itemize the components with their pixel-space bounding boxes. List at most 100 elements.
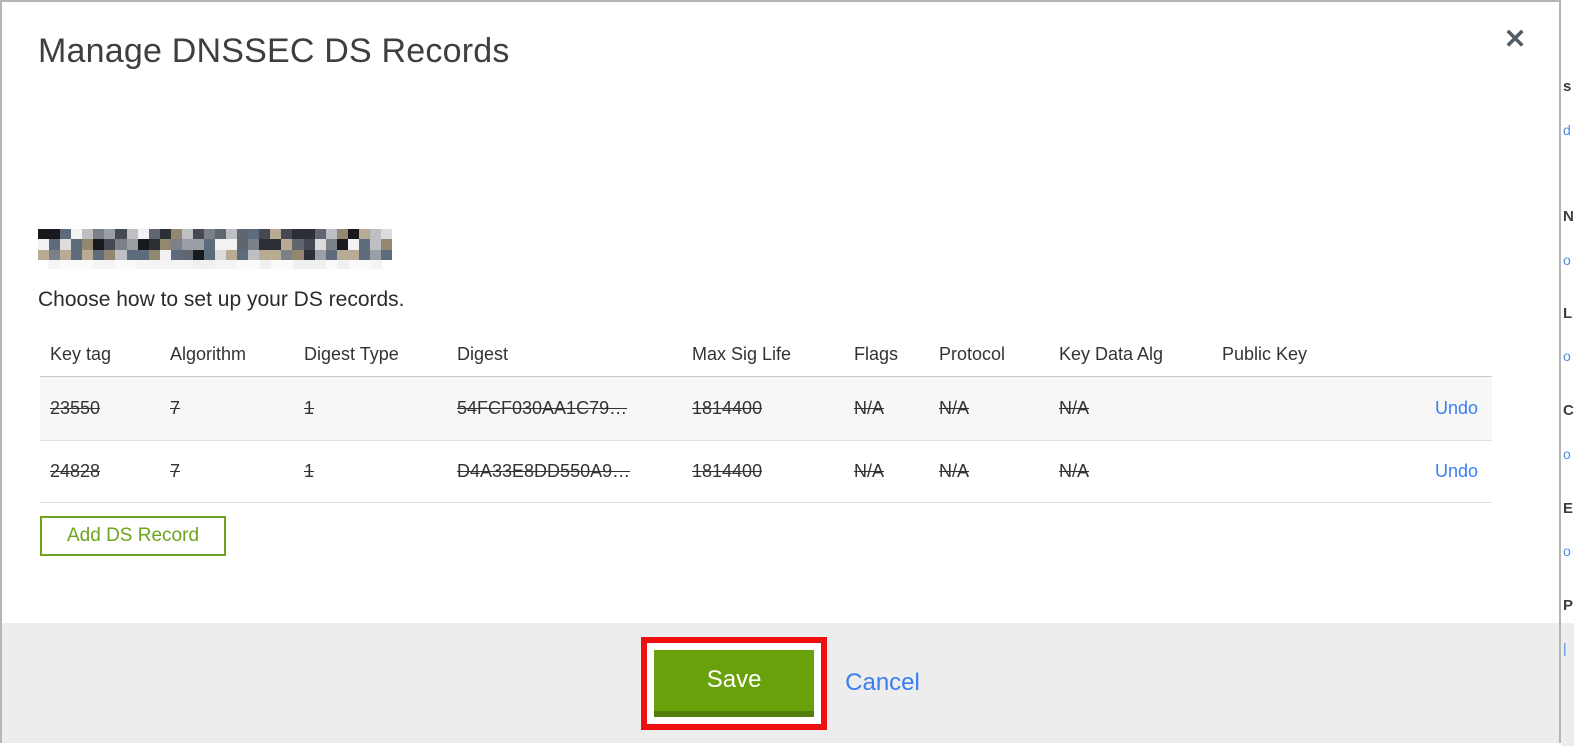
- table-cell: D4A33E8DD550A9…: [457, 461, 631, 481]
- redaction-pixel: [337, 260, 349, 269]
- table-cell: 1: [304, 398, 315, 418]
- redaction-pixel: [281, 229, 293, 240]
- redaction-pixel: [315, 260, 327, 269]
- table-cell: 24828: [50, 461, 101, 481]
- cancel-link[interactable]: Cancel: [845, 669, 920, 697]
- redaction-pixel: [181, 260, 193, 269]
- redaction-pixel: [237, 249, 249, 260]
- redaction-pixel: [226, 260, 238, 269]
- redaction-pixel: [192, 239, 204, 250]
- redaction-pixel: [170, 239, 182, 250]
- redaction-pixel: [181, 239, 193, 250]
- redaction-pixel: [49, 239, 61, 250]
- redaction-pixel: [159, 260, 171, 269]
- redaction-pixel: [60, 249, 72, 260]
- redaction-pixel: [226, 239, 238, 250]
- dialog-footer: Save Cancel: [2, 623, 1559, 743]
- redaction-pixel: [38, 229, 50, 240]
- redaction-pixel: [126, 239, 138, 250]
- redaction-pixel: [336, 229, 348, 240]
- redaction-pixel: [170, 249, 182, 260]
- table-cell: 1814400: [692, 398, 763, 418]
- undo-link[interactable]: Undo: [1435, 398, 1478, 418]
- add-ds-record-button[interactable]: Add DS Record: [40, 516, 227, 556]
- instruction-text: Choose how to set up your DS records.: [38, 288, 405, 311]
- column-header: Public Key: [1222, 343, 1308, 364]
- redacted-domain-shadow: [48, 260, 382, 269]
- redaction-pixel: [170, 260, 182, 269]
- column-header: Flags: [854, 343, 899, 364]
- redaction-pixel: [93, 249, 105, 260]
- redaction-pixel: [137, 260, 149, 269]
- redaction-pixel: [358, 229, 370, 240]
- redaction-pixel: [170, 229, 182, 240]
- redaction-pixel: [281, 239, 293, 250]
- redaction-pixel: [215, 239, 227, 250]
- redaction-pixel: [93, 239, 105, 250]
- redaction-pixel: [71, 229, 83, 240]
- table-header-row: Key tag Algorithm Digest Type Digest Max Sig…: [40, 332, 1492, 377]
- redaction-pixel: [137, 229, 149, 240]
- redacted-domain-name: [38, 229, 392, 260]
- redaction-pixel: [325, 249, 337, 260]
- redaction-pixel: [214, 260, 227, 269]
- redaction-pixel: [226, 229, 238, 240]
- redaction-pixel: [303, 249, 315, 260]
- save-button[interactable]: Save: [654, 649, 815, 717]
- redaction-pixel: [358, 239, 370, 250]
- redaction-pixel: [270, 249, 282, 260]
- table-cell: 7: [170, 461, 181, 481]
- redaction-pixel: [60, 239, 72, 250]
- redaction-pixel: [38, 239, 50, 250]
- redaction-pixel: [203, 239, 215, 250]
- table-row: 23550 7 1 54FCF030AA1C79… 1814400 N/A N/A N/A Un…: [40, 377, 1492, 440]
- redaction-pixel: [159, 229, 171, 240]
- background-text-fragment: s: [1563, 78, 1572, 95]
- redaction-pixel: [115, 229, 127, 240]
- background-text-fragment: C: [1563, 402, 1574, 419]
- table-cell: N/A: [1059, 398, 1090, 418]
- dialog-title: Manage DNSSEC DS Records: [38, 32, 510, 70]
- table-cell: N/A: [939, 398, 970, 418]
- redaction-pixel: [38, 249, 50, 260]
- redaction-pixel: [60, 229, 72, 240]
- redaction-pixel: [270, 229, 282, 240]
- background-text-fragment: L: [1563, 305, 1573, 322]
- redaction-pixel: [159, 239, 171, 250]
- column-header: Digest Type: [304, 343, 399, 364]
- redaction-pixel: [203, 260, 215, 269]
- table-cell: N/A: [854, 461, 885, 481]
- redaction-pixel: [248, 249, 260, 260]
- background-text-fragment: E: [1563, 500, 1574, 517]
- undo-link[interactable]: Undo: [1435, 461, 1478, 481]
- redaction-pixel: [49, 249, 61, 260]
- redaction-pixel: [93, 229, 105, 240]
- redaction-pixel: [82, 239, 94, 250]
- redaction-pixel: [358, 249, 370, 260]
- column-header: Digest: [457, 343, 509, 364]
- close-icon[interactable]: ✕: [1498, 22, 1532, 56]
- background-text-fragment: P: [1563, 597, 1574, 614]
- redaction-pixel: [137, 249, 149, 260]
- background-text-fragment: N: [1563, 208, 1574, 225]
- redaction-pixel: [82, 229, 94, 240]
- redaction-pixel: [314, 249, 326, 260]
- ds-records-table: Key tag Algorithm Digest Type Digest Max Sig…: [40, 332, 1492, 503]
- redaction-pixel: [348, 260, 360, 269]
- redaction-pixel: [226, 249, 238, 260]
- redaction-pixel: [292, 229, 304, 240]
- redaction-pixel: [71, 239, 83, 250]
- redaction-pixel: [181, 249, 193, 260]
- background-text-fragment: o: [1563, 348, 1571, 364]
- table-cell: N/A: [1059, 461, 1090, 481]
- redaction-pixel: [103, 260, 115, 269]
- background-text-fragment: |: [1563, 640, 1567, 656]
- table-row: 24828 7 1 D4A33E8DD550A9… 1814400 N/A N/A N/A Un…: [40, 440, 1492, 503]
- column-header: Key tag: [50, 343, 112, 364]
- redaction-pixel: [159, 249, 171, 260]
- redaction-pixel: [259, 229, 271, 240]
- redaction-pixel: [104, 239, 116, 250]
- redaction-pixel: [248, 229, 260, 240]
- redaction-pixel: [192, 249, 204, 260]
- redaction-pixel: [370, 260, 382, 269]
